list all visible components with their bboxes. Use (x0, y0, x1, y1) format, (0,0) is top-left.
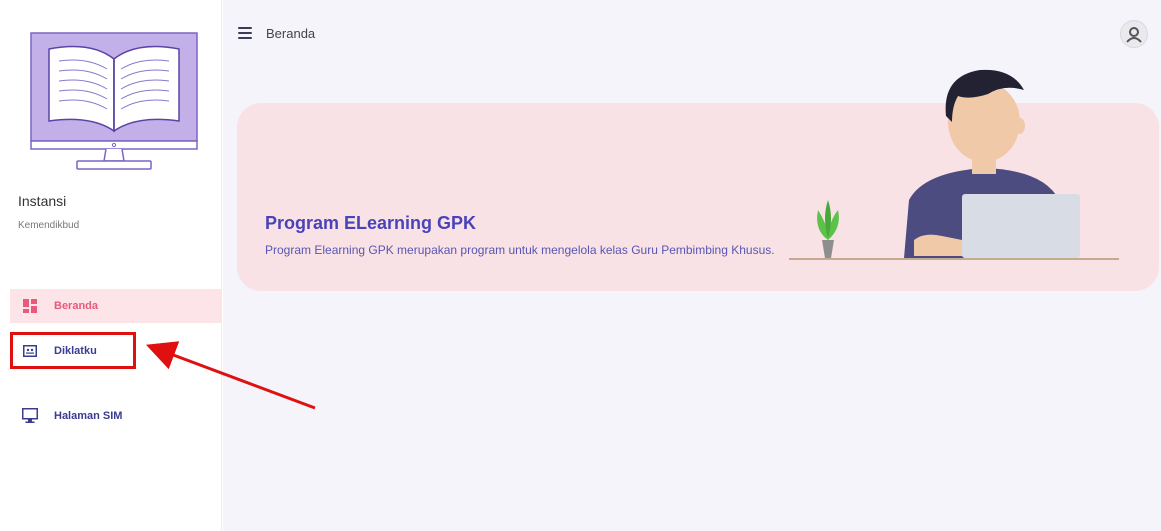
app-root: Instansi Kemendikbud Beranda Diklatku Ha… (0, 0, 1161, 531)
sidebar: Instansi Kemendikbud Beranda Diklatku Ha… (0, 0, 222, 531)
top-bar: Beranda (223, 0, 1161, 66)
sidebar-item-beranda[interactable]: Beranda (10, 289, 222, 323)
dashboard-icon (22, 298, 38, 314)
institution-title: Instansi (18, 193, 67, 209)
page-title: Beranda (266, 26, 316, 41)
sidebar-item-label: Halaman SIM (54, 410, 123, 422)
sidebar-item-label: Beranda (54, 300, 99, 312)
annotation-highlight-box (10, 332, 136, 369)
user-avatar-icon[interactable] (1120, 20, 1148, 48)
main-content: Beranda Program ELearning GPK Program El… (223, 0, 1161, 531)
monitor-icon (22, 408, 38, 424)
banner-title: Program ELearning GPK (265, 213, 477, 233)
institution-name: Kemendikbud (18, 220, 80, 231)
annotation-arrow (145, 341, 316, 410)
banner-description: Program Elearning GPK merupakan program … (265, 243, 775, 257)
hamburger-icon[interactable] (238, 27, 252, 39)
book-monitor-logo (30, 32, 198, 170)
person-laptop-illustration (789, 69, 1119, 260)
